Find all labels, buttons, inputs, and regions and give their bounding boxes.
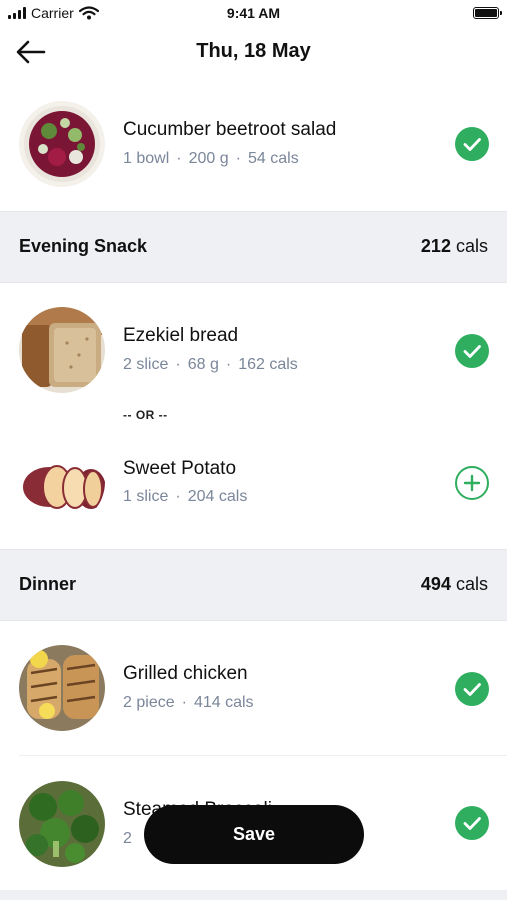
qty-value: 1: [123, 150, 132, 167]
checked-toggle[interactable]: [455, 127, 489, 161]
food-meta: 2: [123, 830, 132, 848]
checked-toggle[interactable]: [455, 334, 489, 368]
section-cals-unit: cals: [455, 236, 488, 256]
qty-value: 2: [123, 356, 132, 373]
or-separator: -- OR --: [123, 408, 168, 422]
food-image-bread: [19, 307, 105, 393]
food-image-sweet-potato: [19, 439, 105, 525]
save-button[interactable]: Save: [144, 805, 364, 864]
section-cals: 494 cals: [421, 574, 488, 595]
qty-unit: bowl: [136, 150, 170, 167]
status-bar: Carrier 9:41 AM: [0, 0, 507, 26]
section-header-dinner: Dinner 494 cals: [0, 549, 507, 621]
qty-value: 2: [123, 694, 132, 711]
battery-icon: [473, 7, 502, 19]
food-item-cucumber-beetroot-salad[interactable]: Cucumber beetroot salad 1 bowl · 200 g · 54 …: [0, 88, 507, 198]
qty-unit: piece: [136, 694, 175, 711]
checked-toggle[interactable]: [455, 806, 489, 840]
bottom-section-band: [0, 890, 507, 900]
check-icon: [463, 138, 481, 151]
cals-value: 162: [238, 356, 265, 373]
status-time: 9:41 AM: [226, 5, 281, 21]
food-image-broccoli: [19, 781, 105, 867]
section-title: Dinner: [19, 574, 77, 594]
add-food-button[interactable]: [455, 466, 489, 500]
qty-unit: slice: [136, 488, 169, 505]
row-divider: [19, 755, 507, 756]
check-icon: [463, 683, 481, 696]
cals-unit: cals: [218, 488, 248, 505]
qty-value: 2: [123, 830, 132, 847]
weight-unit: g: [209, 356, 219, 373]
food-name: Cucumber beetroot salad: [123, 119, 337, 140]
cals-value: 204: [187, 488, 215, 505]
section-cals-value: 212: [420, 236, 451, 256]
section-header-evening-snack: Evening Snack 212 cals: [0, 211, 507, 283]
qty-unit: slice: [136, 356, 169, 373]
food-name: Ezekiel bread: [123, 325, 239, 346]
cals-unit: cals: [269, 356, 298, 373]
cals-value: 54: [247, 150, 266, 167]
checked-toggle[interactable]: [455, 672, 489, 706]
weight-value: 200: [188, 150, 216, 167]
weight-value: 68: [187, 356, 206, 373]
weight-unit: g: [219, 150, 229, 167]
section-cals: 212 cals: [421, 236, 488, 257]
section-cals-unit: cals: [455, 574, 488, 594]
section-title: Evening Snack: [19, 236, 148, 256]
food-item-ezekiel-bread[interactable]: Ezekiel bread 2 slice · 68 g · 162 cals: [0, 294, 507, 404]
food-meta: 2 slice · 68 g · 162 cals: [123, 356, 298, 373]
section-cals-value: 494: [420, 574, 451, 594]
plus-icon: [463, 474, 481, 492]
food-item-sweet-potato[interactable]: Sweet Potato 1 slice · 204 cals: [0, 427, 507, 537]
food-meta: 1 slice · 204 cals: [123, 488, 248, 505]
cals-unit: cals: [270, 150, 299, 167]
check-icon: [463, 345, 481, 358]
nav-bar: Thu, 18 May: [0, 26, 507, 78]
food-image-chicken: [19, 645, 105, 731]
cals-unit: cals: [225, 694, 254, 711]
food-meta: 1 bowl · 200 g · 54 cals: [123, 150, 299, 167]
page-title: Thu, 18 May: [196, 40, 311, 62]
check-icon: [463, 817, 481, 830]
food-meta: 2 piece · 414 cals: [123, 694, 254, 711]
qty-value: 1: [123, 488, 132, 505]
food-name: Grilled chicken: [123, 663, 248, 684]
food-image-salad: [19, 101, 105, 187]
food-name: Sweet Potato: [123, 458, 237, 479]
cals-value: 414: [193, 694, 221, 711]
food-item-grilled-chicken[interactable]: Grilled chicken 2 piece · 414 cals: [0, 632, 507, 742]
